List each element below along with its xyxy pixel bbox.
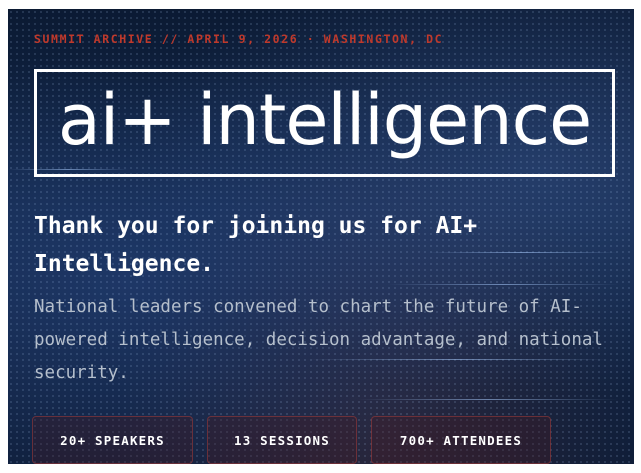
stat-sessions: 13 SESSIONS (207, 416, 357, 464)
event-description: National leaders convened to chart the f… (34, 297, 603, 383)
light-streak (358, 399, 618, 400)
logo-frame: ai+ intelligence (34, 69, 615, 177)
page-title: Thank you for joining us for AI+ Intelli… (34, 213, 478, 277)
stat-speakers: 20+ SPEAKERS (32, 416, 193, 464)
light-streak (388, 284, 618, 285)
stats-row: 20+ SPEAKERS 13 SESSIONS 700+ ATTENDEES (32, 416, 551, 464)
stat-attendees: 700+ ATTENDEES (371, 416, 551, 464)
event-logo: ai+ intelligence (57, 79, 592, 161)
summit-archive-tagline: SUMMIT ARCHIVE // APRIL 9, 2026 · WASHIN… (34, 32, 444, 46)
summit-hero-banner: SUMMIT ARCHIVE // APRIL 9, 2026 · WASHIN… (8, 9, 634, 464)
